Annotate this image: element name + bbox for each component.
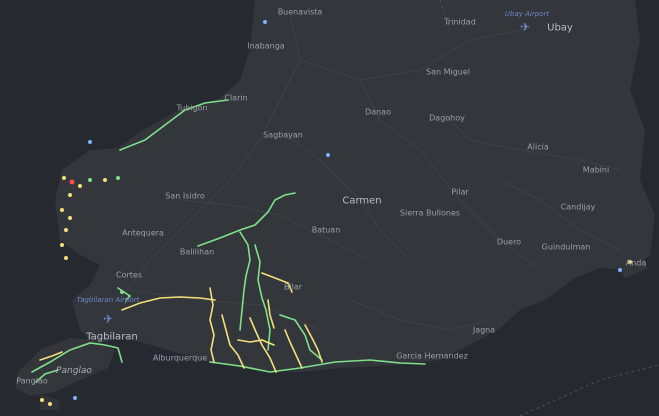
place-label-inabanga: Inabanga <box>247 41 285 51</box>
place-label-mabini: Mabini <box>582 165 610 175</box>
place-label-bilar: Bilar <box>283 282 303 292</box>
poi-dot-blue <box>263 20 267 24</box>
place-label-duero: Duero <box>496 237 522 247</box>
place-label-ubay: Ubay <box>547 22 573 34</box>
map-canvas[interactable]: Buenavista Inabanga Trinidad Ubay Ubay A… <box>0 0 659 416</box>
place-label-guindulman: Guindulman <box>541 242 591 252</box>
place-label-alburquerque: Alburquerque <box>152 353 208 363</box>
place-label-panglao-island: Panglao <box>56 366 92 376</box>
poi-dot-blue <box>326 153 330 157</box>
place-label-cortes: Cortes <box>116 270 142 280</box>
place-label-sierra-bullones: Sierra Bullones <box>399 208 461 218</box>
place-label-antequera: Antequera <box>122 228 164 238</box>
airplane-icon: ✈ <box>102 312 114 326</box>
place-label-dagohoy: Dagohoy <box>429 113 465 123</box>
poi-dot-blue <box>618 268 622 272</box>
place-label-garcia-hernandez: Garcia Hernandez <box>396 351 468 361</box>
place-label-panglao-town: Panglao <box>16 376 48 386</box>
poi-dot-red <box>69 179 75 185</box>
place-label-san-miguel: San Miguel <box>425 67 471 77</box>
place-label-pilar: Pilar <box>451 187 469 197</box>
place-label-candijay: Candijay <box>560 202 596 212</box>
place-label-ubay-airport: Ubay Airport <box>504 10 550 18</box>
place-label-jagna: Jagna <box>472 325 496 335</box>
place-label-batuan: Batuan <box>311 225 341 235</box>
place-label-san-isidro: San Isidro <box>165 191 205 201</box>
place-label-clarin: Clarin <box>224 93 248 103</box>
place-label-carmen: Carmen <box>342 195 382 207</box>
place-label-danao: Danao <box>365 107 391 117</box>
poi-dot-blue <box>73 396 77 400</box>
place-label-sagbayan: Sagbayan <box>263 130 303 140</box>
place-label-anda: Anda <box>625 258 647 268</box>
poi-dot-blue <box>88 140 92 144</box>
place-label-tagbilaran: Tagbilaran <box>86 331 138 343</box>
place-label-trinidad: Trinidad <box>444 17 476 27</box>
place-label-buenavista: Buenavista <box>277 7 323 17</box>
place-label-tubigon: Tubigon <box>176 103 208 113</box>
place-label-alicia: Alicia <box>527 142 549 152</box>
airplane-icon: ✈ <box>519 20 531 34</box>
place-label-tagbilaran-airport: Tagbilaran Airport <box>76 296 140 304</box>
place-label-balilihan: Balilihan <box>179 247 215 257</box>
